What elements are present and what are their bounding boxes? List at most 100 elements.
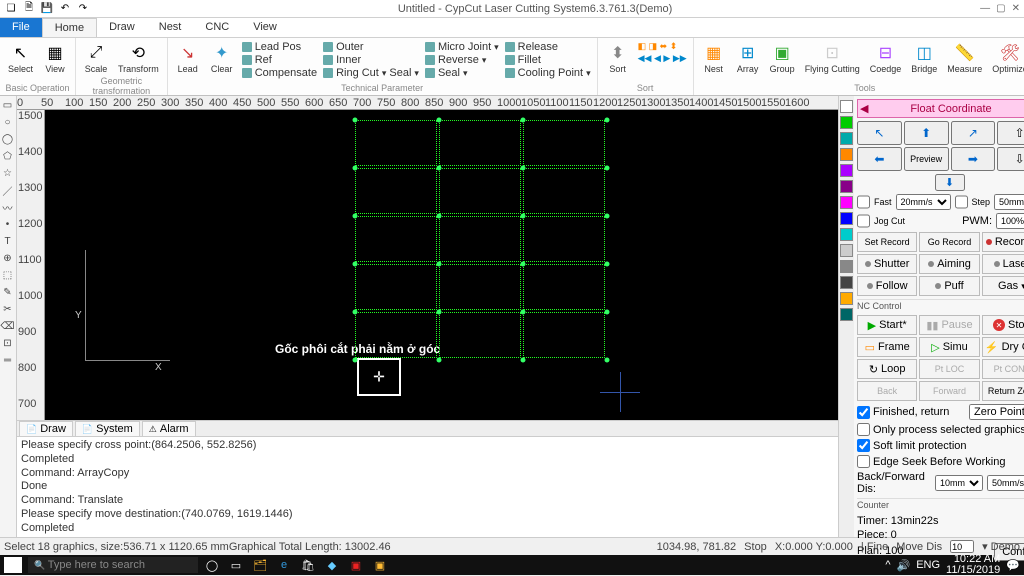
- jog-down[interactable]: ⬇: [935, 174, 965, 191]
- notification-icon[interactable]: 💬: [1006, 559, 1020, 572]
- tool-icon[interactable]: ☆: [0, 166, 15, 181]
- onlysel-check[interactable]: [857, 423, 870, 436]
- tab-home[interactable]: Home: [42, 18, 97, 37]
- transform-button[interactable]: ⟲Transform: [114, 40, 163, 76]
- pause-button[interactable]: ▮▮Pause: [919, 315, 979, 335]
- tool-icon[interactable]: ◯: [0, 132, 15, 147]
- start-button[interactable]: ▶Start*: [857, 315, 917, 335]
- layer-swatch[interactable]: [840, 132, 853, 145]
- taskview-icon[interactable]: ▭: [228, 557, 244, 573]
- tool-icon[interactable]: ✎: [0, 285, 15, 300]
- simu-button[interactable]: ▷Simu: [919, 337, 979, 357]
- sort-button[interactable]: ⬍Sort: [602, 40, 634, 76]
- tool-icon[interactable]: ⊡: [0, 336, 15, 351]
- ringcut-item[interactable]: Ring Cut ▾ Seal ▾: [323, 67, 419, 79]
- movedis-input[interactable]: [950, 540, 974, 553]
- jog-up[interactable]: ⬆: [904, 121, 949, 145]
- puff-button[interactable]: Puff: [919, 276, 979, 296]
- tab-draw[interactable]: 📄Draw: [19, 421, 73, 436]
- tool-icon[interactable]: 〰: [0, 200, 15, 215]
- jog-right[interactable]: ➡: [951, 147, 996, 171]
- layer-swatch[interactable]: [840, 212, 853, 225]
- setrecord-button[interactable]: Set Record: [857, 232, 917, 252]
- bfspeed-select[interactable]: 50mm/s: [987, 475, 1024, 491]
- seal-item[interactable]: Seal ▾: [425, 67, 499, 79]
- tab-draw[interactable]: Draw: [97, 18, 147, 37]
- inner-item[interactable]: Inner: [323, 54, 419, 66]
- preview-button[interactable]: Preview: [904, 147, 949, 171]
- jog-up-left[interactable]: ↖: [857, 121, 902, 145]
- layer-swatch[interactable]: [840, 292, 853, 305]
- flying-button[interactable]: ⊡Flying Cutting: [801, 40, 864, 76]
- scale-button[interactable]: ⤢Scale: [80, 40, 112, 76]
- step-select[interactable]: 50mm: [994, 194, 1024, 210]
- tray-icon[interactable]: ^: [885, 559, 890, 571]
- returnzero-button[interactable]: Return Zero: [982, 381, 1024, 401]
- coedge-button[interactable]: ⊟Coedge: [866, 40, 906, 76]
- edgeseek-check[interactable]: [857, 455, 870, 468]
- canvas[interactable]: Y X Gốc phôi cắt phải nằm ở góc ✛: [45, 110, 838, 420]
- tab-file[interactable]: File: [0, 18, 42, 37]
- app-icon[interactable]: ◆: [324, 557, 340, 573]
- tool-icon[interactable]: ⬚: [0, 268, 15, 283]
- layer-swatch[interactable]: [840, 164, 853, 177]
- layer-swatch[interactable]: [840, 228, 853, 241]
- ptcont-button[interactable]: Pt CONT: [982, 359, 1024, 379]
- minimize-icon[interactable]: —: [980, 3, 990, 14]
- tool-icon[interactable]: ✂: [0, 302, 15, 317]
- clock-date[interactable]: 11/15/2019: [946, 565, 1000, 576]
- compensate-item[interactable]: Compensate: [242, 67, 317, 79]
- frame-button[interactable]: ▭Frame: [857, 337, 917, 357]
- layer-swatch[interactable]: [840, 276, 853, 289]
- laser-button[interactable]: Laser: [982, 254, 1024, 274]
- select-button[interactable]: ↖Select: [4, 40, 37, 76]
- app-icon[interactable]: ▣: [348, 557, 364, 573]
- gorecord-button[interactable]: Go Record: [919, 232, 979, 252]
- finished-check[interactable]: [857, 406, 870, 419]
- layer-swatch[interactable]: [840, 100, 853, 113]
- layer-swatch[interactable]: [840, 308, 853, 321]
- jog-z-down[interactable]: ⇩: [997, 147, 1024, 171]
- loop-button[interactable]: ↻Loop: [857, 359, 917, 379]
- layer-swatch[interactable]: [840, 180, 853, 193]
- nest-button[interactable]: ▦Nest: [698, 40, 730, 76]
- lang-indicator[interactable]: ENG: [916, 559, 940, 571]
- zeropoint-select[interactable]: Zero Point: [969, 404, 1024, 420]
- qa-icon[interactable]: 🗎: [22, 2, 36, 16]
- float-coord-header[interactable]: ◀Float Coordinate▾: [857, 99, 1024, 118]
- app-icon[interactable]: ▣: [372, 557, 388, 573]
- array-button[interactable]: ⊞Array: [732, 40, 764, 76]
- qa-icon[interactable]: ↷: [76, 2, 90, 16]
- lead-button[interactable]: ↘Lead: [172, 40, 204, 76]
- bridge-button[interactable]: ◫Bridge: [907, 40, 941, 76]
- outer-item[interactable]: Outer: [323, 41, 419, 53]
- search-input[interactable]: 🔍 Type here to search: [28, 557, 198, 573]
- tool-icon[interactable]: ⊕: [0, 251, 15, 266]
- leadpos-item[interactable]: Lead Pos: [242, 41, 317, 53]
- fast-select[interactable]: 20mm/s: [896, 194, 951, 210]
- close-icon[interactable]: ✕: [1012, 3, 1020, 14]
- optimize-button[interactable]: 🛠Optimize: [988, 40, 1024, 76]
- jog-up-right[interactable]: ↗: [951, 121, 996, 145]
- qa-icon[interactable]: 💾: [40, 2, 54, 16]
- explorer-icon[interactable]: 🗂: [252, 557, 268, 573]
- tab-alarm[interactable]: ⚠Alarm: [142, 421, 196, 436]
- tab-nest[interactable]: Nest: [147, 18, 194, 37]
- tool-icon[interactable]: ⬠: [0, 149, 15, 164]
- shutter-button[interactable]: Shutter: [857, 254, 917, 274]
- jog-z-up[interactable]: ⇧: [997, 121, 1024, 145]
- bfdist-select[interactable]: 10mm: [935, 475, 983, 491]
- layer-swatch[interactable]: [840, 148, 853, 161]
- jog-left[interactable]: ⬅: [857, 147, 902, 171]
- group-button[interactable]: ▣Group: [766, 40, 799, 76]
- step-check[interactable]: [955, 194, 968, 210]
- layer-swatch[interactable]: [840, 116, 853, 129]
- cooling-item[interactable]: Cooling Point ▾: [505, 67, 591, 79]
- jogcut-check[interactable]: [857, 213, 870, 229]
- view-button[interactable]: ▦View: [39, 40, 71, 76]
- record-button[interactable]: Record▾: [982, 232, 1024, 252]
- sort-row[interactable]: ◧ ◨ ⬌ ⬍: [638, 41, 687, 52]
- softlimit-check[interactable]: [857, 439, 870, 452]
- start-button[interactable]: [4, 557, 22, 573]
- qa-icon[interactable]: ❑: [4, 2, 18, 16]
